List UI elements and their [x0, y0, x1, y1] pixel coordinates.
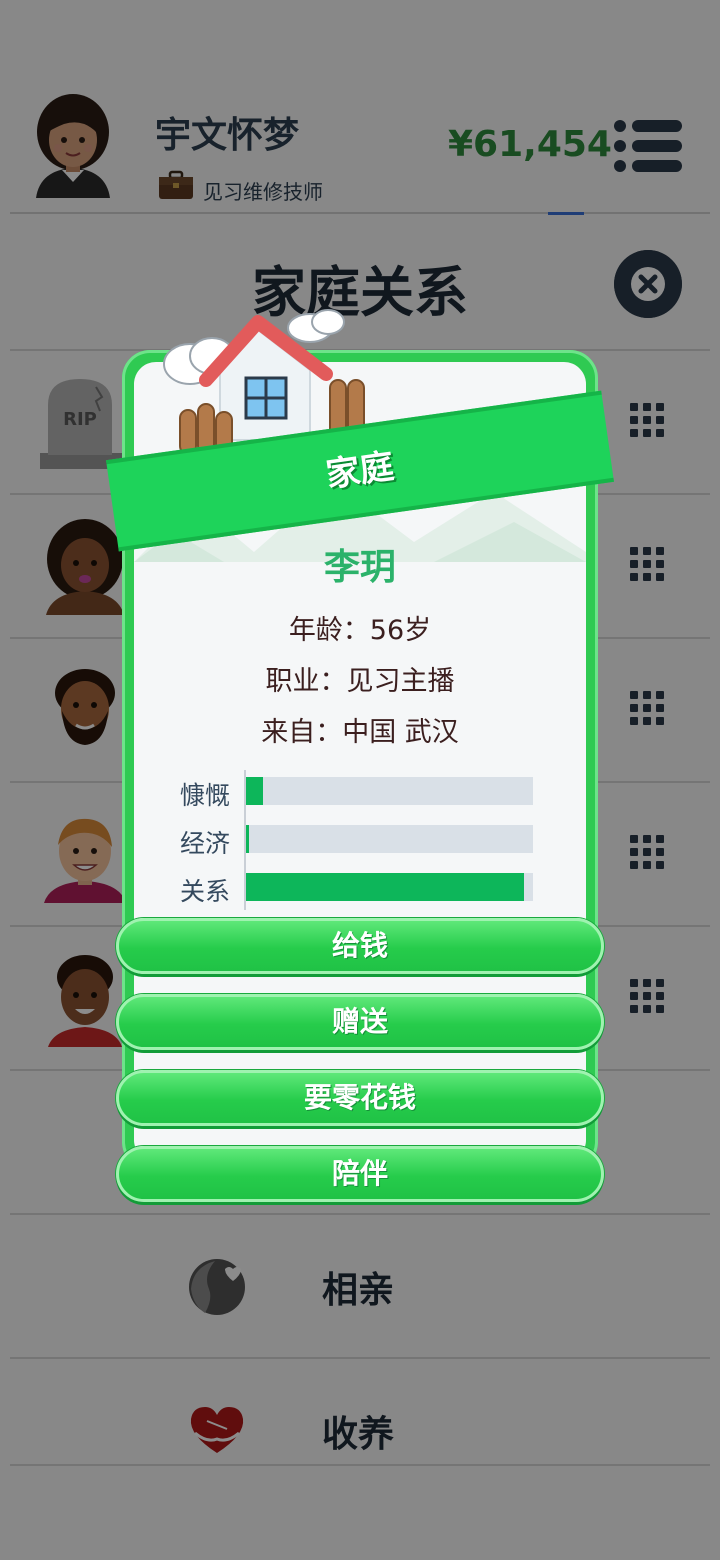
age-line: 年龄：56岁: [288, 615, 432, 646]
stat-fill-relationship: [246, 873, 525, 901]
stat-label-generosity: 慷慨: [180, 781, 231, 810]
origin-line: 来自：中国 武汉: [261, 717, 459, 748]
give-gift-button[interactable]: 赠送: [116, 994, 604, 1050]
give-money-button[interactable]: 给钱: [116, 918, 604, 974]
family-screen: 宇文怀梦 见习维修技师 ¥61,454 家庭关系 RIP 相亲 收养 家庭 李玥…: [0, 0, 720, 1560]
stat-bar-relationship: [246, 873, 533, 901]
stat-label-relationship: 关系: [180, 877, 231, 906]
person-name: 李玥: [323, 547, 396, 588]
stat-bar-economy: [246, 825, 533, 853]
stat-fill-generosity: [246, 777, 264, 805]
job-line: 职业：见习主播: [265, 666, 455, 697]
stat-fill-economy: [246, 825, 249, 853]
stat-bar-generosity: [246, 777, 533, 805]
stat-label-economy: 经济: [180, 829, 231, 858]
accompany-button[interactable]: 陪伴: [116, 1146, 604, 1202]
ask-pocket-money-button[interactable]: 要零花钱: [116, 1070, 604, 1126]
